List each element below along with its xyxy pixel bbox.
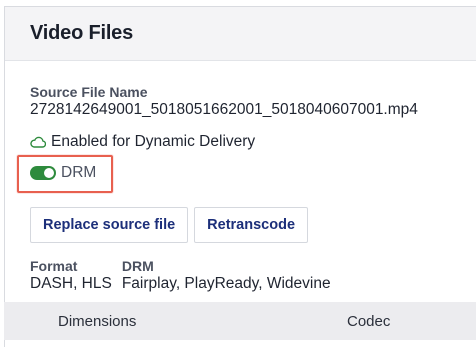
format-section: Format DASH, HLS [30, 258, 112, 293]
cloud-icon [30, 136, 46, 148]
panel-title: Video Files [30, 22, 134, 44]
video-files-panel: Video Files Source File Name 27281426490… [4, 6, 476, 347]
drm-label: DRM [121, 258, 154, 274]
replace-source-file-button[interactable]: Replace source file [30, 207, 189, 243]
drm-toggle-switch[interactable] [30, 166, 56, 180]
drm-value: Fairplay, PlayReady, Widevine [121, 275, 331, 292]
source-file-value: 2728142649001_5018051662001_501804060700… [30, 101, 418, 118]
renditions-table-header: Dimensions Codec [4, 302, 476, 340]
column-header-codec[interactable]: Codec [347, 313, 390, 330]
drm-toggle-label: DRM [61, 164, 97, 181]
video-files-content: Source File Name 2728142649001_501805166… [17, 84, 476, 292]
dynamic-delivery-text: Enabled for Dynamic Delivery [51, 133, 256, 150]
panel-header: Video Files [5, 7, 476, 61]
source-file-label: Source File Name [30, 84, 148, 100]
source-file-section: Source File Name 2728142649001_501805166… [30, 84, 476, 119]
drm-section: DRM Fairplay, PlayReady, Widevine [122, 258, 331, 293]
format-value: DASH, HLS [30, 275, 112, 292]
column-header-dimensions[interactable]: Dimensions [58, 313, 136, 330]
retranscode-button[interactable]: Retranscode [194, 207, 309, 243]
drm-toggle-row[interactable]: DRM [30, 164, 96, 182]
format-label: Format [30, 258, 78, 274]
action-buttons: Replace source file Retranscode [30, 207, 309, 243]
dynamic-delivery-status: Enabled for Dynamic Delivery [30, 133, 255, 151]
rendition-meta: Format DASH, HLS DRM Fairplay, PlayReady… [30, 258, 331, 293]
toggle-knob [44, 168, 54, 178]
